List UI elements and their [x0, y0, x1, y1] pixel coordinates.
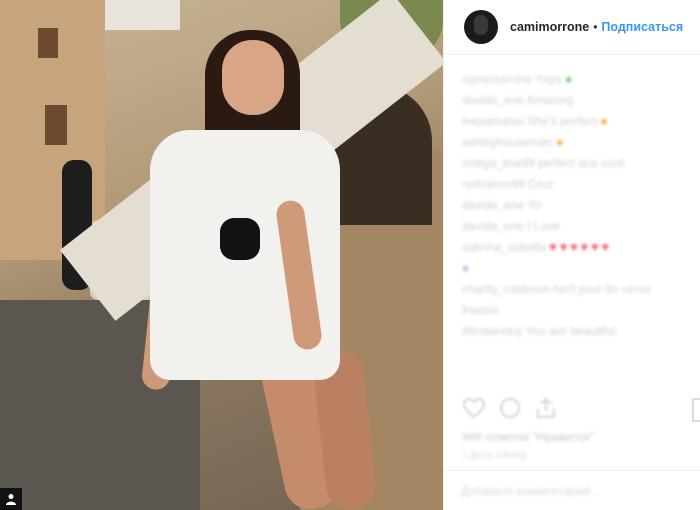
tagged-user-icon[interactable]	[0, 488, 22, 510]
comment: leepamatas She's perfect ●	[462, 114, 608, 128]
sunglasses	[220, 218, 260, 260]
follow-button[interactable]: Подписаться	[601, 20, 683, 34]
comment: ashleyhouseman ●	[462, 135, 564, 149]
comment: freezer	[462, 303, 500, 317]
likes-count[interactable]: ### отметок "Нравится"	[462, 430, 594, 444]
comment: ortega_lina99 perfect ana cool	[462, 156, 624, 170]
comment: davida_ene I Love	[462, 219, 561, 233]
separator-dot: •	[593, 20, 598, 34]
window	[45, 105, 67, 145]
window	[38, 28, 58, 58]
comment: notnanos99 Cruz	[462, 177, 554, 191]
comment: ●	[462, 261, 470, 275]
comment: camimorrone Yaya ●	[462, 72, 573, 86]
face	[222, 40, 284, 115]
username-link[interactable]: camimorrone	[510, 20, 589, 34]
post-date: 1 ДЕНЬ НАЗАД	[462, 450, 527, 460]
comment: sabrina_sabella ♥ ♥ ♥ ♥ ♥ ♥	[462, 240, 609, 254]
avatar[interactable]	[464, 10, 498, 44]
comment: davida_ene Amazing	[462, 93, 574, 107]
share-icon[interactable]	[534, 397, 558, 424]
comment-icon[interactable]	[498, 397, 522, 424]
comment-input-placeholder[interactable]: Добавьте комментарий...	[461, 484, 600, 498]
bookmark-icon[interactable]	[692, 398, 700, 422]
comment: ifilmdareloy You are beautiful	[462, 324, 616, 338]
post-header: camimorrone • Подписаться	[444, 0, 700, 55]
heart-icon[interactable]	[462, 397, 486, 424]
comment: davida_ene Yo	[462, 198, 541, 212]
comments-list: camimorrone Yaya ● davida_ene Amazing le…	[444, 55, 700, 342]
post-photo[interactable]	[0, 0, 443, 510]
post-actions	[462, 397, 558, 424]
comment-input-area[interactable]: Добавьте комментарий...	[443, 470, 700, 510]
person-icon	[6, 494, 16, 505]
comment: charity_calderon Isn't your do verse	[462, 282, 652, 296]
